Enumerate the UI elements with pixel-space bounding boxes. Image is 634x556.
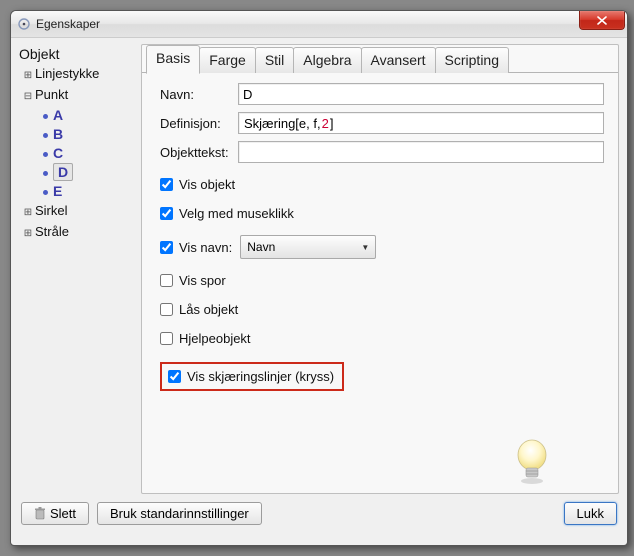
tab-scripting[interactable]: Scripting <box>435 47 509 73</box>
expand-icon[interactable]: ⊞ <box>23 203 33 222</box>
checkbox-velg-museklikk[interactable] <box>160 207 173 220</box>
tabs-panel: Basis Farge Stil Algebra Avansert Script… <box>141 44 619 494</box>
label-hjelpeobjekt: Hjelpeobjekt <box>179 331 251 346</box>
label-objekttekst: Objekttekst: <box>160 145 238 160</box>
select-vis-navn[interactable]: Navn <box>240 235 376 259</box>
highlighted-option: Vis skjæringslinjer (kryss) <box>160 362 344 391</box>
label-navn: Navn: <box>160 87 238 102</box>
checkbox-vis-navn[interactable] <box>160 241 173 254</box>
expand-icon[interactable]: ⊞ <box>23 66 33 85</box>
expand-icon[interactable]: ⊞ <box>23 224 33 243</box>
tab-bar: Basis Farge Stil Algebra Avansert Script… <box>146 44 618 70</box>
point-icon <box>43 114 48 119</box>
titlebar[interactable]: Egenskaper <box>11 11 627 38</box>
tree-heading: Objekt <box>19 46 137 62</box>
tab-content-basis: Navn: Definisjon: Skjæring[e, f, 2] Obje… <box>142 72 618 401</box>
tree-node-sirkel[interactable]: ⊞Sirkel <box>23 201 137 222</box>
close-dialog-button[interactable]: Lukk <box>564 502 617 525</box>
tab-farge[interactable]: Farge <box>199 47 256 73</box>
label-definisjon: Definisjon: <box>160 116 238 131</box>
checkbox-vis-spor[interactable] <box>160 274 173 287</box>
object-tree[interactable]: ⊞Linjestykke ⊟Punkt A B C D E ⊞Sirke <box>19 64 137 243</box>
collapse-icon[interactable]: ⊟ <box>23 87 33 106</box>
tab-stil[interactable]: Stil <box>255 47 294 73</box>
point-icon <box>43 190 48 195</box>
tab-algebra[interactable]: Algebra <box>293 47 361 73</box>
close-icon <box>597 16 607 25</box>
tree-point-b[interactable]: B <box>33 125 137 144</box>
close-button[interactable] <box>579 11 625 30</box>
tab-basis[interactable]: Basis <box>146 45 200 74</box>
checkbox-hjelpeobjekt[interactable] <box>160 332 173 345</box>
label-vis-objekt: Vis objekt <box>179 177 235 192</box>
label-vis-spor: Vis spor <box>179 273 226 288</box>
window-title: Egenskaper <box>36 17 100 31</box>
tree-node-strale[interactable]: ⊞Stråle <box>23 222 137 243</box>
bottom-button-bar: Slett Bruk standarinnstillinger Lukk <box>11 498 627 529</box>
trash-icon <box>34 507 46 521</box>
delete-button[interactable]: Slett <box>21 502 89 525</box>
hint-bulb-icon <box>512 437 552 487</box>
defaults-button[interactable]: Bruk standarinnstillinger <box>97 502 262 525</box>
input-navn[interactable] <box>238 83 604 105</box>
app-icon <box>17 17 31 31</box>
label-vis-skjaering: Vis skjæringslinjer (kryss) <box>187 369 334 384</box>
label-vis-navn: Vis navn: <box>179 240 232 255</box>
label-velg-museklikk: Velg med museklikk <box>179 206 294 221</box>
input-objekttekst[interactable] <box>238 141 604 163</box>
tree-point-d[interactable]: D <box>33 163 137 182</box>
object-tree-panel: Objekt ⊞Linjestykke ⊟Punkt A B C D E <box>19 44 137 494</box>
tree-node-linjestykke[interactable]: ⊞Linjestykke <box>23 64 137 85</box>
label-las-objekt: Lås objekt <box>179 302 238 317</box>
input-definisjon[interactable]: Skjæring[e, f, 2] <box>238 112 604 134</box>
checkbox-vis-objekt[interactable] <box>160 178 173 191</box>
tree-point-e[interactable]: E <box>33 182 137 201</box>
point-icon <box>43 171 48 176</box>
checkbox-las-objekt[interactable] <box>160 303 173 316</box>
checkbox-vis-skjaering[interactable] <box>168 370 181 383</box>
tab-avansert[interactable]: Avansert <box>361 47 436 73</box>
tree-point-a[interactable]: A <box>33 106 137 125</box>
tree-node-punkt[interactable]: ⊟Punkt A B C D E <box>23 85 137 201</box>
point-icon <box>43 133 48 138</box>
tree-point-c[interactable]: C <box>33 144 137 163</box>
properties-window: Egenskaper Objekt ⊞Linjestykke ⊟Punkt A <box>10 10 628 546</box>
point-icon <box>43 152 48 157</box>
